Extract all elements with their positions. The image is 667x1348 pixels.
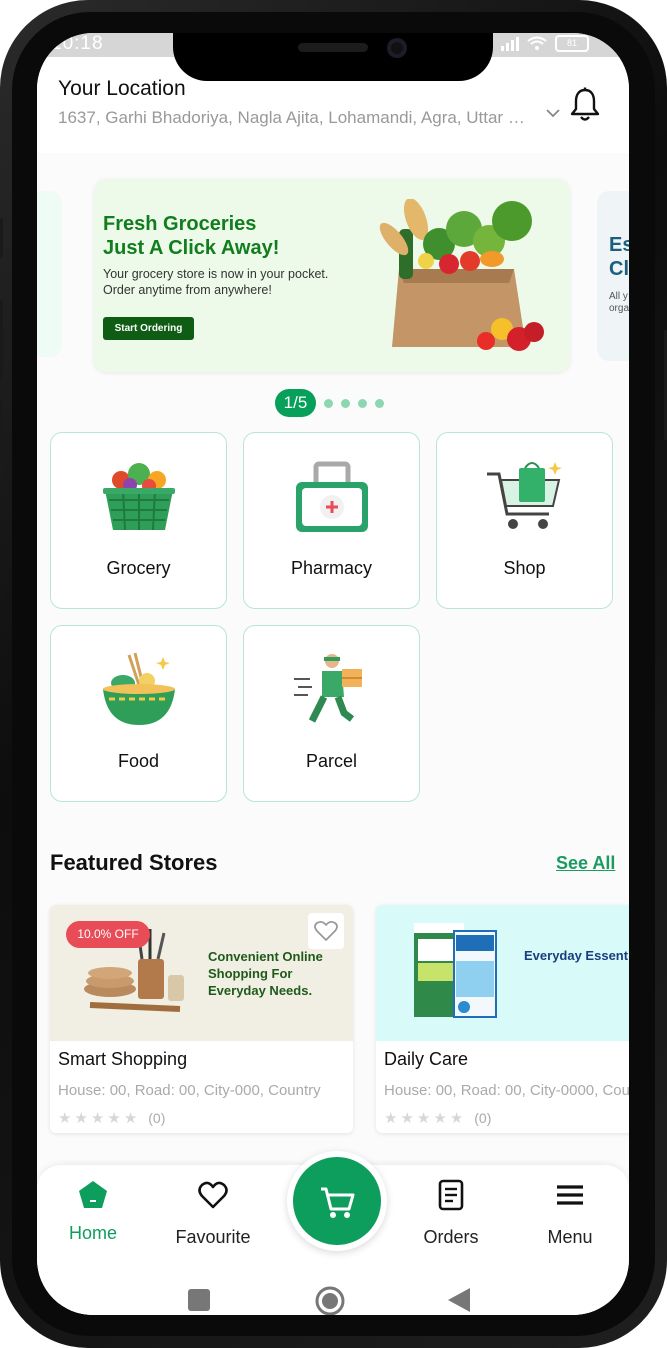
nav-menu[interactable]: Menu	[520, 1165, 620, 1275]
category-grocery[interactable]: Grocery	[50, 432, 227, 609]
store-rating: ★ ★ ★ ★ ★ (0)	[58, 1109, 165, 1127]
notification-bell-icon[interactable]	[569, 87, 601, 123]
store-banner-image: Everyday Essentials For Your Wellness Jo…	[376, 905, 629, 1041]
carousel-previous-slide[interactable]	[37, 191, 62, 357]
star-icon: ★	[123, 1110, 138, 1127]
system-navigation-bar	[37, 1273, 629, 1315]
delivery-man-icon	[294, 654, 362, 723]
store-rating: ★ ★ ★ ★ ★ (0)	[384, 1109, 491, 1127]
category-label: Grocery	[106, 558, 171, 578]
location-title: Your Location	[58, 77, 186, 100]
category-label: Food	[117, 751, 160, 771]
nav-label: Orders	[423, 1227, 479, 1247]
medicine-box-image	[414, 923, 497, 1018]
chevron-down-icon[interactable]	[546, 108, 560, 118]
first-aid-kit-icon	[296, 461, 368, 532]
pager-dot[interactable]	[341, 398, 350, 408]
food-bowl-icon	[103, 652, 175, 725]
volume-down-button	[0, 400, 3, 480]
store-tagline: Convenient Online Shopping For Everyday …	[208, 949, 323, 998]
app-screen: 10:18 81 Your Location 1637, Garhi Bhado…	[37, 33, 629, 1315]
banner-headline-line1: Fresh Groceries	[103, 213, 257, 235]
signal-icon	[501, 36, 519, 51]
recents-icon[interactable]	[188, 1289, 210, 1311]
next-slide-headline: Es Cl	[609, 234, 629, 280]
star-icon: ★	[107, 1110, 121, 1127]
cart-button[interactable]	[287, 1151, 387, 1251]
mute-switch	[0, 218, 3, 258]
category-label: Parcel	[305, 751, 358, 771]
hamburger-menu-icon	[557, 1185, 583, 1205]
star-icon: ★	[433, 1110, 447, 1127]
category-parcel[interactable]: Parcel	[243, 625, 420, 802]
carousel-pager: 1/5	[275, 389, 384, 417]
volume-up-button	[0, 300, 3, 380]
star-icon: ★	[400, 1110, 414, 1127]
shopping-cart-icon	[487, 462, 562, 529]
speaker-grille	[298, 43, 368, 52]
banner-headline-line2: Just A Click Away!	[103, 237, 280, 259]
store-tagline: Everyday Essentials For Your Wellness Jo…	[524, 948, 629, 963]
category-pharmacy[interactable]: Pharmacy	[243, 432, 420, 609]
nav-orders[interactable]: Orders	[401, 1165, 501, 1275]
star-icon: ★	[384, 1110, 398, 1127]
next-slide-subtitle: All y orga	[609, 291, 629, 314]
carousel-next-slide[interactable]: Es Cl All y orga	[597, 191, 629, 361]
store-address: House: 00, Road: 00, City-000, Country	[58, 1082, 321, 1099]
store-card[interactable]: 10.0% OFF Convenient Online Shopping For…	[50, 905, 353, 1133]
heart-icon	[198, 1181, 228, 1209]
promo-banner[interactable]: Fresh Groceries Just A Click Away! Your …	[94, 179, 570, 372]
wifi-icon	[527, 36, 547, 50]
back-icon[interactable]	[448, 1288, 470, 1312]
favourite-toggle[interactable]	[308, 913, 344, 949]
star-icon: ★	[90, 1110, 105, 1127]
pager-current: 1/5	[275, 389, 316, 417]
status-icons: 81	[501, 35, 589, 52]
promo-carousel[interactable]: Fresh Groceries Just A Click Away! Your …	[37, 179, 629, 375]
banner-subtitle: Your grocery store is now in your pocket…	[103, 267, 329, 297]
start-ordering-button[interactable]: Start Ordering	[103, 317, 194, 340]
pager-dot[interactable]	[375, 398, 384, 408]
category-label: Shop	[503, 558, 546, 578]
pager-dot[interactable]	[324, 398, 333, 408]
star-icon: ★	[416, 1110, 431, 1127]
rating-count: (0)	[474, 1110, 492, 1126]
location-address[interactable]: 1637, Garhi Bhadoriya, Nagla Ajita, Loha…	[58, 108, 533, 128]
nav-home[interactable]: Home	[43, 1165, 143, 1275]
heart-outline-icon	[314, 920, 338, 941]
home-icon	[79, 1181, 107, 1208]
store-card[interactable]: Everyday Essentials For Your Wellness Jo…	[376, 905, 629, 1133]
store-name: Smart Shopping	[58, 1049, 188, 1069]
grocery-bag-image	[379, 199, 544, 351]
category-food[interactable]: Food	[50, 625, 227, 802]
nav-label: Menu	[547, 1227, 593, 1247]
store-banner-image: 10.0% OFF Convenient Online Shopping For…	[50, 905, 353, 1041]
see-all-link[interactable]: See All	[556, 853, 615, 874]
nav-label: Favourite	[175, 1227, 251, 1247]
store-name: Daily Care	[384, 1049, 469, 1069]
banner-headline: Fresh Groceries Just A Click Away!	[103, 212, 323, 260]
notch	[173, 33, 493, 81]
grocery-basket-icon	[103, 463, 175, 531]
category-label: Pharmacy	[290, 558, 373, 578]
front-camera	[387, 38, 407, 58]
nav-favourite[interactable]: Favourite	[163, 1165, 263, 1275]
rating-count: (0)	[148, 1110, 166, 1126]
discount-badge: 10.0% OFF	[66, 921, 150, 948]
nav-label: Home	[68, 1223, 117, 1243]
pager-dot[interactable]	[358, 398, 367, 408]
orders-list-icon	[438, 1179, 464, 1211]
featured-stores-title: Featured Stores	[50, 850, 218, 875]
category-shop[interactable]: Shop	[436, 432, 613, 609]
star-icon: ★	[74, 1110, 88, 1127]
cart-icon	[321, 1187, 355, 1218]
status-time: 10:18	[51, 33, 104, 54]
store-address: House: 00, Road: 00, City-0000, Country	[384, 1082, 629, 1099]
home-system-icon[interactable]	[314, 1285, 346, 1315]
star-icon: ★	[449, 1110, 464, 1127]
battery-indicator: 81	[555, 35, 589, 52]
star-icon: ★	[58, 1110, 72, 1127]
